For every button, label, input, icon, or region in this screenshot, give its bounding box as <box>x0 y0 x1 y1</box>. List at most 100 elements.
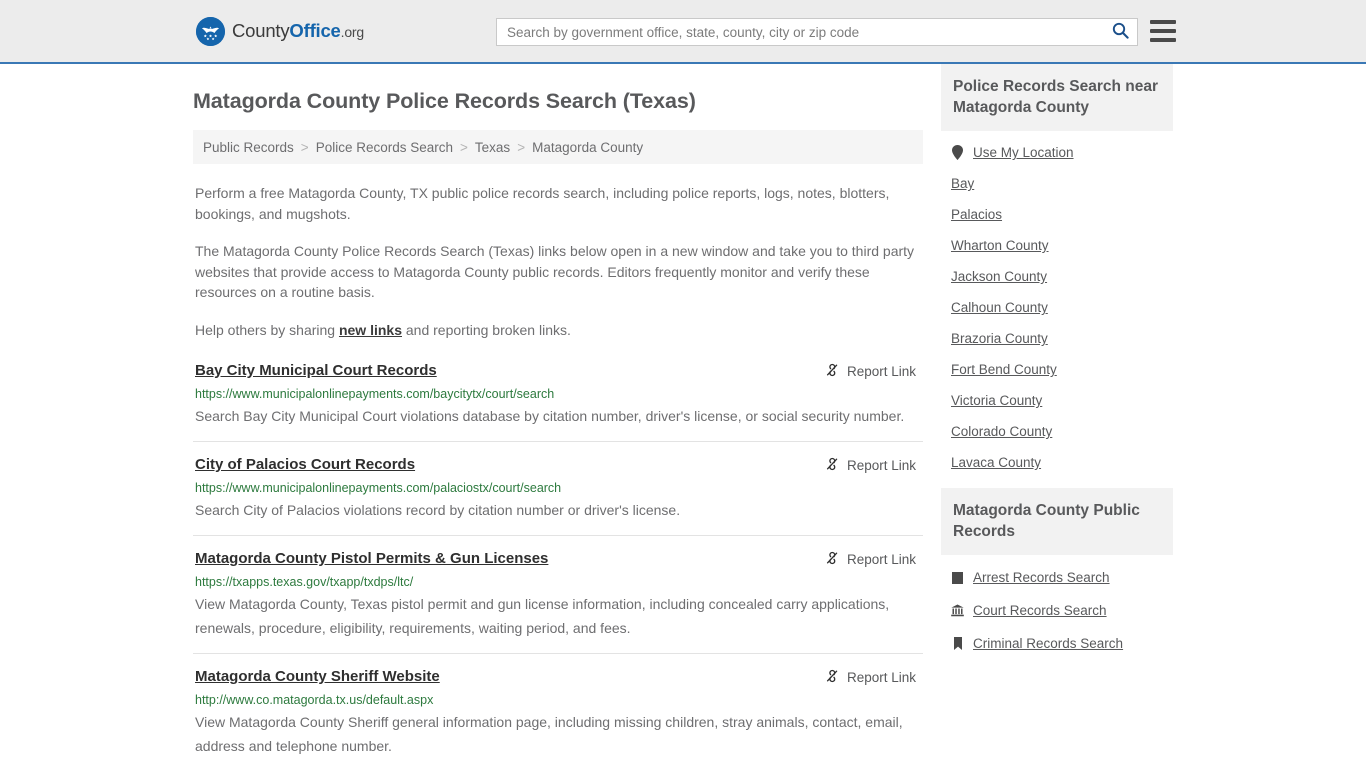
result-title-link[interactable]: Matagorda County Sheriff Website <box>195 667 440 686</box>
broken-link-icon <box>824 668 840 687</box>
report-link-button[interactable]: Report Link <box>824 668 916 687</box>
share-text-after: and reporting broken links. <box>402 321 571 338</box>
result-header: City of Palacios Court Records Report Li… <box>195 455 921 475</box>
sidebar-link-court-records-search[interactable]: Court Records Search <box>973 603 1107 618</box>
broken-link-icon <box>824 362 840 381</box>
sidebar-nearby-list: Use My Location Bay Palacios Wharton Cou… <box>941 131 1173 478</box>
breadcrumb-item-matagorda-county: Matagorda County <box>532 139 644 155</box>
search-input[interactable] <box>497 19 1103 45</box>
sidebar-link-palacios[interactable]: Palacios <box>951 207 1002 222</box>
sidebar-public-records-box: Matagorda County Public Records Arrest R… <box>941 488 1173 660</box>
hamburger-bar <box>1150 38 1176 42</box>
bookmark-icon <box>951 637 964 650</box>
sidebar-link-fort-bend-county[interactable]: Fort Bend County <box>951 362 1057 377</box>
sidebar-link-wharton-county[interactable]: Wharton County <box>951 238 1049 253</box>
sidebar-link-jackson-county[interactable]: Jackson County <box>951 269 1047 284</box>
map-pin-icon <box>951 145 964 160</box>
breadcrumb-item-texas[interactable]: Texas <box>475 140 510 155</box>
sidebar-item-jackson-county[interactable]: Jackson County <box>941 261 1173 292</box>
sidebar-item-criminal-records-search[interactable]: Criminal Records Search <box>941 627 1173 660</box>
filled-square-icon <box>951 571 964 584</box>
result-item: Matagorda County Pistol Permits & Gun Li… <box>193 549 923 654</box>
report-link-label: Report Link <box>846 364 916 379</box>
search-button[interactable] <box>1103 19 1137 45</box>
sidebar-link-colorado-county[interactable]: Colorado County <box>951 424 1052 439</box>
breadcrumb-item-public-records[interactable]: Public Records <box>203 140 294 155</box>
sidebar-item-lavaca-county[interactable]: Lavaca County <box>941 447 1173 478</box>
share-text-before: Help others by sharing <box>195 321 339 338</box>
result-description: Search City of Palacios violations recor… <box>195 502 681 518</box>
report-link-label: Report Link <box>846 670 916 685</box>
result-url[interactable]: https://www.municipalonlinepayments.com/… <box>195 387 921 402</box>
sidebar-item-fort-bend-county[interactable]: Fort Bend County <box>941 354 1173 385</box>
results-list: Bay City Municipal Court Records Report … <box>193 361 923 768</box>
eagle-shield-logo-icon <box>196 16 225 46</box>
page-body: Matagorda County Police Records Search (… <box>0 64 1366 768</box>
broken-link-icon <box>824 456 840 475</box>
result-header: Matagorda County Pistol Permits & Gun Li… <box>195 549 921 569</box>
sidebar-link-brazoria-county[interactable]: Brazoria County <box>951 331 1048 346</box>
report-link-label: Report Link <box>846 552 916 567</box>
page-title: Matagorda County Police Records Search (… <box>193 89 696 113</box>
sidebar-link-victoria-county[interactable]: Victoria County <box>951 393 1042 408</box>
report-link-button[interactable]: Report Link <box>824 550 916 569</box>
breadcrumb-item-police-records-search[interactable]: Police Records Search <box>316 140 453 155</box>
hamburger-menu-icon[interactable] <box>1150 20 1176 42</box>
result-title-link[interactable]: Matagorda County Pistol Permits & Gun Li… <box>195 549 548 568</box>
breadcrumb: Public Records > Police Records Search >… <box>193 130 923 164</box>
result-description: Search Bay City Municipal Court violatio… <box>195 408 905 424</box>
site-logo-link[interactable]: CountyOffice.org <box>196 16 364 46</box>
intro-paragraph-2: The Matagorda County Police Records Sear… <box>195 243 915 300</box>
intro-paragraph-1: Perform a free Matagorda County, TX publ… <box>195 185 890 222</box>
brand-part-office: Office <box>289 20 341 41</box>
sidebar-item-wharton-county[interactable]: Wharton County <box>941 230 1173 261</box>
result-url[interactable]: https://txapps.texas.gov/txapp/txdps/ltc… <box>195 575 921 590</box>
hamburger-bar <box>1150 20 1176 24</box>
result-url[interactable]: http://www.co.matagorda.tx.us/default.as… <box>195 693 921 708</box>
new-links-link[interactable]: new links <box>339 322 402 338</box>
sidebar-nearby-heading: Police Records Search near Matagorda Cou… <box>941 64 1173 131</box>
sidebar-item-use-my-location[interactable]: Use My Location <box>941 137 1173 168</box>
intro-paragraph-3: Help others by sharing new links and rep… <box>193 320 923 341</box>
intro-text: Perform a free Matagorda County, TX publ… <box>193 183 923 340</box>
sidebar-link-arrest-records-search[interactable]: Arrest Records Search <box>973 570 1110 585</box>
sidebar-public-records-list: Arrest Records Search Court Records Sear… <box>941 555 1173 660</box>
result-item: Matagorda County Sheriff Website Report … <box>193 667 923 768</box>
sidebar-item-bay[interactable]: Bay <box>941 168 1173 199</box>
search-icon <box>1112 22 1129 42</box>
site-header: CountyOffice.org <box>0 0 1366 64</box>
sidebar-nearby-box: Police Records Search near Matagorda Cou… <box>941 64 1173 478</box>
breadcrumb-separator-icon: > <box>460 139 468 155</box>
sidebar-item-calhoun-county[interactable]: Calhoun County <box>941 292 1173 323</box>
sidebar-item-colorado-county[interactable]: Colorado County <box>941 416 1173 447</box>
hamburger-bar <box>1150 29 1176 33</box>
result-title-link[interactable]: City of Palacios Court Records <box>195 455 415 474</box>
breadcrumb-separator-icon: > <box>300 139 309 155</box>
result-item: City of Palacios Court Records Report Li… <box>193 455 923 536</box>
sidebar-link-use-my-location[interactable]: Use My Location <box>973 145 1074 160</box>
sidebar: Police Records Search near Matagorda Cou… <box>941 64 1173 768</box>
report-link-button[interactable]: Report Link <box>824 456 916 475</box>
sidebar-link-calhoun-county[interactable]: Calhoun County <box>951 300 1048 315</box>
sidebar-public-records-heading: Matagorda County Public Records <box>941 488 1173 555</box>
sidebar-item-victoria-county[interactable]: Victoria County <box>941 385 1173 416</box>
result-description: View Matagorda County Sheriff general in… <box>195 714 903 754</box>
brand-wordmark: CountyOffice.org <box>232 20 364 42</box>
broken-link-icon <box>824 550 840 569</box>
result-title-link[interactable]: Bay City Municipal Court Records <box>195 361 437 380</box>
sidebar-item-arrest-records-search[interactable]: Arrest Records Search <box>941 561 1173 594</box>
report-link-button[interactable]: Report Link <box>824 362 916 381</box>
courthouse-icon <box>951 604 964 617</box>
main-content: Matagorda County Police Records Search (… <box>193 64 923 768</box>
sidebar-item-brazoria-county[interactable]: Brazoria County <box>941 323 1173 354</box>
brand-part-org: .org <box>340 24 365 40</box>
sidebar-item-palacios[interactable]: Palacios <box>941 199 1173 230</box>
breadcrumb-separator-icon: > <box>517 139 526 155</box>
result-header: Matagorda County Sheriff Website Report … <box>195 667 921 687</box>
sidebar-item-court-records-search[interactable]: Court Records Search <box>941 594 1173 627</box>
sidebar-link-lavaca-county[interactable]: Lavaca County <box>951 455 1041 470</box>
sidebar-link-bay[interactable]: Bay <box>951 176 974 191</box>
search-bar <box>496 18 1138 46</box>
result-url[interactable]: https://www.municipalonlinepayments.com/… <box>195 481 921 496</box>
sidebar-link-criminal-records-search[interactable]: Criminal Records Search <box>973 636 1123 651</box>
